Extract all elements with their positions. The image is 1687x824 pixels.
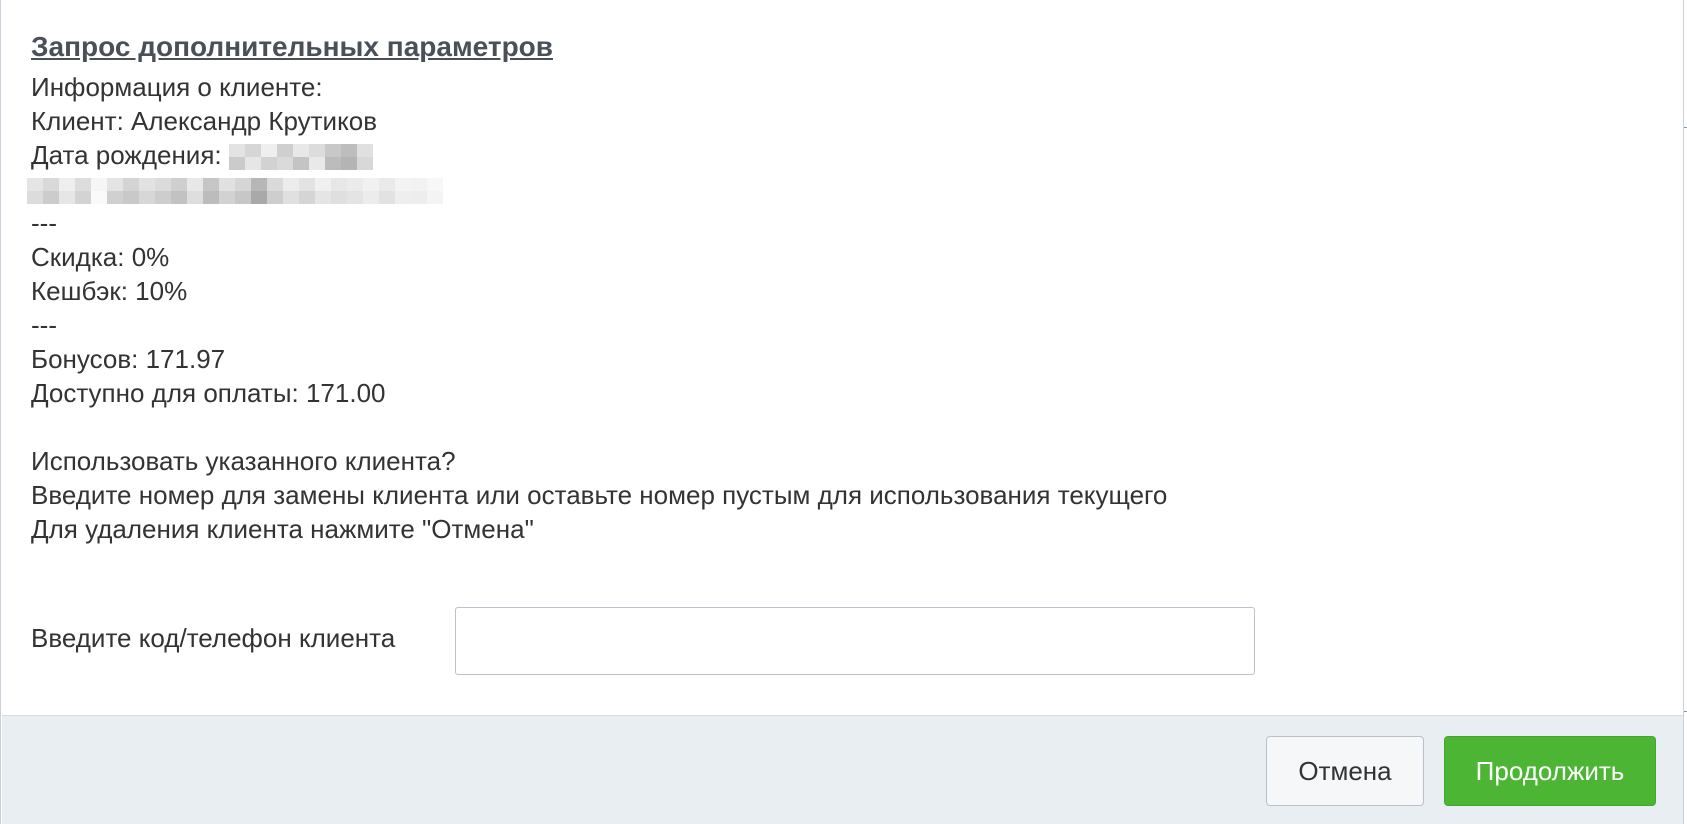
discount-line: Скидка: 0% (31, 242, 170, 272)
client-code-input[interactable] (455, 607, 1255, 675)
dialog-footer: Отмена Продолжить (2, 715, 1684, 824)
cashback-line: Кешбэк: 10% (31, 276, 188, 306)
cancel-button[interactable]: Отмена (1266, 736, 1424, 806)
bonuses-line: Бонусов: 171.97 (31, 344, 226, 374)
birthdate-redacted (228, 144, 373, 171)
page: Запрос дополнительных параметров Информа… (0, 0, 1687, 824)
use-client-question: Использовать указанного клиента? (31, 446, 456, 476)
birthdate-label: Дата рождения: (31, 140, 222, 170)
extra-info-redacted (27, 178, 443, 205)
dialog-right-edge (1683, 0, 1687, 824)
client-info-heading: Информация о клиенте: (31, 72, 323, 102)
client-code-label: Введите код/телефон клиента (31, 623, 396, 653)
dialog-title: Запрос дополнительных параметров (31, 31, 553, 62)
available-for-payment-line: Доступно для оплаты: 171.00 (31, 378, 386, 408)
separator-1: --- (31, 208, 57, 238)
birthdate-line: Дата рождения: (31, 138, 1681, 172)
parameters-dialog: Запрос дополнительных параметров Информа… (0, 0, 1687, 824)
extra-info-redacted-line (27, 172, 1681, 206)
separator-2: --- (31, 310, 57, 340)
client-name-line: Клиент: Александр Крутиков (31, 106, 378, 136)
replace-client-instruction: Введите номер для замены клиента или ост… (31, 480, 1168, 510)
cancel-hint: Для удаления клиента нажмите "Отмена" (31, 514, 534, 544)
dialog-content: Запрос дополнительных параметров Информа… (27, 28, 1681, 546)
continue-button[interactable]: Продолжить (1444, 736, 1656, 806)
